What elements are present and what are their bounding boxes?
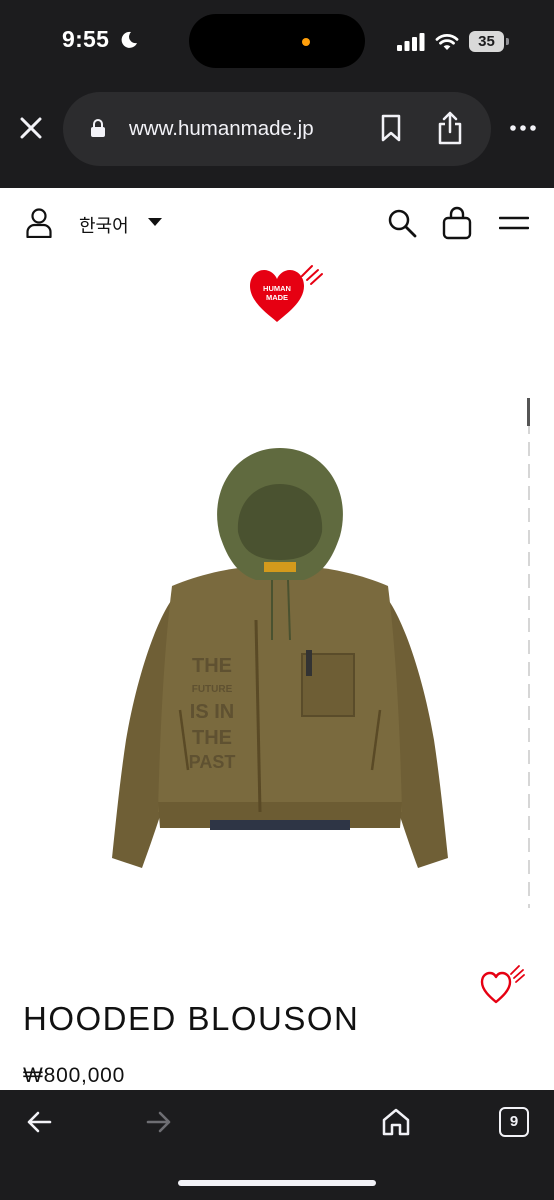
- tabs-button[interactable]: 9: [499, 1107, 529, 1137]
- address-bar[interactable]: www.humanmade.jp: [63, 92, 491, 166]
- jacket-print-line4: THE: [192, 727, 232, 749]
- caret-down-icon[interactable]: [147, 217, 163, 227]
- home-indicator[interactable]: [178, 1180, 376, 1186]
- dynamic-island: [189, 14, 365, 68]
- jacket-print-line5: PAST: [189, 752, 236, 772]
- close-icon[interactable]: [16, 113, 46, 143]
- battery-cap: [506, 38, 509, 45]
- jacket-print-line2: FUTURE: [192, 684, 233, 695]
- bookmark-icon[interactable]: [379, 114, 403, 142]
- product-title: HOODED BLOUSON: [23, 1000, 360, 1037]
- back-arrow-icon[interactable]: [26, 1110, 52, 1134]
- product-price: ₩800,000: [23, 1064, 126, 1087]
- user-icon[interactable]: [26, 208, 52, 238]
- logo-text-line1: HUMAN: [263, 284, 291, 293]
- jacket-print-line1: THE: [192, 655, 232, 677]
- menu-icon[interactable]: [499, 213, 529, 233]
- human-made-logo[interactable]: HUMAN MADE: [246, 262, 324, 326]
- privacy-indicator-dot: [302, 38, 310, 46]
- more-icon[interactable]: [509, 118, 537, 138]
- language-selector[interactable]: 한국어: [79, 212, 129, 238]
- url-text[interactable]: www.humanmade.jp: [129, 117, 314, 141]
- jacket-print-line3: IS IN: [190, 701, 234, 723]
- carousel-scroll-thumb[interactable]: [527, 398, 530, 426]
- logo-text-line2: MADE: [266, 293, 288, 302]
- product-image[interactable]: THE FUTURE IS IN THE PAST: [60, 440, 500, 880]
- battery-level: 35: [469, 31, 504, 52]
- cellular-signal-icon: [397, 33, 425, 51]
- site-header: 한국어: [0, 188, 554, 260]
- browser-top-chrome: 9:55 35 www.humanmade.jp: [0, 0, 554, 188]
- bag-icon[interactable]: [442, 206, 472, 240]
- moon-icon: [121, 31, 137, 48]
- carousel-scroll-track[interactable]: [527, 398, 531, 908]
- battery-indicator: 35: [469, 31, 509, 52]
- status-time: 9:55: [62, 26, 110, 52]
- share-icon[interactable]: [435, 110, 465, 146]
- forward-arrow-icon[interactable]: [146, 1110, 172, 1134]
- heart-icon[interactable]: [479, 964, 525, 1006]
- wifi-icon: [435, 34, 459, 50]
- search-icon[interactable]: [387, 208, 417, 238]
- lock-icon: [91, 119, 105, 137]
- home-icon[interactable]: [381, 1107, 411, 1137]
